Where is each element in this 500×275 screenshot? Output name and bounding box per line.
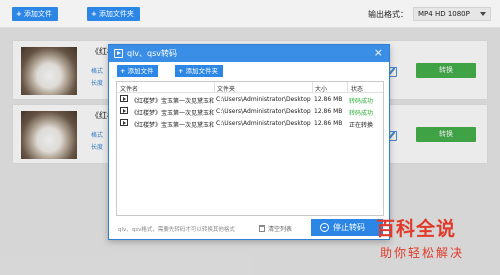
format-hint: qlv、qsv格式，需要先转码才可以转换其他格式 bbox=[118, 227, 235, 233]
watermark-title: 百科全说 bbox=[376, 218, 457, 240]
status-cell: 正在转换 bbox=[349, 122, 374, 129]
dialog-add-file-label: 添加文件 bbox=[127, 67, 154, 75]
output-format-value: MP4 HD 1080P bbox=[418, 10, 470, 18]
add-file-label: 添加文件 bbox=[23, 10, 52, 18]
size-cell: 12.86 MB bbox=[314, 96, 343, 103]
size-cell: 12.86 MB bbox=[314, 120, 343, 127]
dialog-title: qlv、qsv转码 bbox=[127, 49, 178, 58]
folder-cell: C:\Users\Administrator\Desktop bbox=[216, 96, 311, 103]
video-app-icon bbox=[114, 49, 123, 58]
stop-icon bbox=[320, 223, 329, 232]
status-cell: 转码成功 bbox=[349, 110, 374, 117]
plus-icon: + bbox=[178, 67, 184, 75]
size-cell: 12.86 MB bbox=[314, 108, 343, 115]
column-divider bbox=[347, 82, 348, 93]
close-icon[interactable]: × bbox=[374, 46, 383, 60]
video-file-icon bbox=[120, 107, 128, 114]
plus-icon: + bbox=[91, 10, 97, 18]
top-toolbar: + 添加文件 + 添加文件夹 输出格式： MP4 HD 1080P bbox=[0, 0, 500, 28]
folder-cell: C:\Users\Administrator\Desktop bbox=[216, 108, 311, 115]
plus-icon: + bbox=[120, 67, 126, 75]
column-header-size: 大小 bbox=[315, 86, 328, 93]
add-file-button[interactable]: + 添加文件 bbox=[12, 7, 58, 21]
stop-transcode-label: 停止转码 bbox=[333, 223, 365, 232]
column-header-status: 状态 bbox=[351, 86, 364, 93]
dialog-titlebar: qlv、qsv转码 × bbox=[109, 45, 389, 62]
file-name-cell: 《红楼梦》宝玉第一次见黛玉和 bbox=[131, 110, 214, 117]
watermark-subtitle: 助你轻松解决 bbox=[380, 246, 465, 260]
dialog-add-folder-label: 添加文件夹 bbox=[185, 67, 218, 75]
folder-cell: C:\Users\Administrator\Desktop bbox=[216, 120, 311, 127]
output-format-select[interactable]: MP4 HD 1080P bbox=[413, 7, 491, 21]
table-header: 文件名 文件夹 大小 状态 bbox=[117, 82, 383, 93]
trash-icon bbox=[259, 225, 265, 232]
clear-list-label: 清空列表 bbox=[268, 226, 293, 233]
video-file-icon bbox=[120, 95, 128, 102]
status-cell: 转码成功 bbox=[349, 98, 374, 105]
video-file-icon bbox=[120, 119, 128, 126]
column-divider bbox=[312, 82, 313, 93]
output-format-label: 输出格式： bbox=[368, 10, 408, 19]
file-name-cell: 《红楼梦》宝玉第一次见黛玉和 bbox=[131, 98, 214, 105]
add-folder-button[interactable]: + 添加文件夹 bbox=[87, 7, 140, 21]
plus-icon: + bbox=[16, 10, 22, 18]
transcode-dialog: qlv、qsv转码 × + 添加文件 + 添加文件夹 文件名 文件夹 大小 状态 《… bbox=[108, 44, 390, 240]
table-row[interactable]: 《红楼梦》宝玉第一次见黛玉和 C:\Users\Administrator\De… bbox=[117, 117, 383, 129]
chevron-down-icon bbox=[480, 12, 486, 16]
file-name-cell: 《红楼梦》宝玉第一次见黛玉和 bbox=[131, 122, 214, 129]
table-row[interactable]: 《红楼梦》宝玉第一次见黛玉和 C:\Users\Administrator\De… bbox=[117, 93, 383, 105]
clear-list-button[interactable]: 清空列表 bbox=[259, 224, 292, 233]
stop-transcode-button[interactable]: 停止转码 bbox=[311, 219, 383, 236]
column-divider bbox=[214, 82, 215, 93]
table-row[interactable]: 《红楼梦》宝玉第一次见黛玉和 C:\Users\Administrator\De… bbox=[117, 105, 383, 117]
dialog-add-folder-button[interactable]: + 添加文件夹 bbox=[175, 65, 223, 77]
dialog-add-file-button[interactable]: + 添加文件 bbox=[117, 65, 159, 77]
add-folder-label: 添加文件夹 bbox=[98, 10, 134, 18]
column-header-name: 文件名 bbox=[120, 86, 139, 93]
watermark: 百科全说 助你轻松解决 bbox=[374, 214, 496, 270]
column-header-folder: 文件夹 bbox=[217, 86, 236, 93]
file-table: 文件名 文件夹 大小 状态 《红楼梦》宝玉第一次见黛玉和 C:\Users\Ad… bbox=[116, 81, 384, 216]
